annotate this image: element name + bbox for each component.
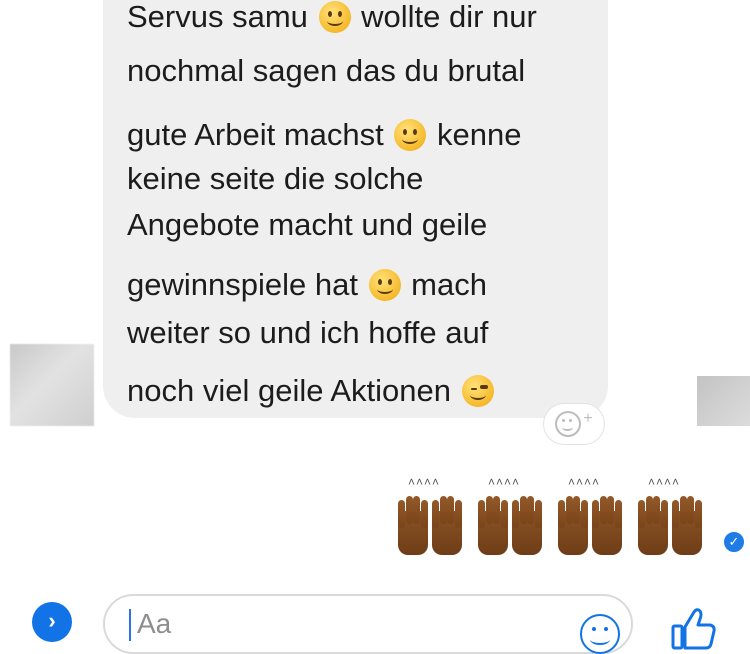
message-line: keine seite die solche [127, 154, 597, 204]
reaction-plus: + [583, 410, 593, 427]
raising-hands-emoji: ˄˄˄˄ [472, 470, 547, 555]
hand-finger [519, 496, 527, 524]
message-text-segment: noch viel geile Aktionen [127, 373, 460, 408]
hand-finger [592, 500, 599, 528]
sparkle-icon: ˄˄˄˄ [408, 475, 441, 489]
message-text-segment: wollte dir nur [352, 0, 537, 34]
smiley-icon[interactable] [580, 614, 620, 654]
hand-finger [565, 496, 573, 524]
add-reaction-button[interactable]: + [544, 404, 604, 444]
message-text-segment: weiter so und ich hoffe auf [127, 315, 489, 350]
thumbs-up-icon[interactable] [670, 606, 718, 652]
smiling-face-emoji [318, 1, 351, 33]
message-text-segment: gute Arbeit machst [127, 117, 393, 152]
seen-check-icon: ✓ [722, 530, 746, 554]
composer-bar: › Aa [0, 590, 750, 654]
message-text-segment: mach [402, 267, 487, 302]
sparkle-icon: ˄˄˄˄ [488, 475, 521, 489]
hand-finger [694, 500, 702, 528]
sent-emoji-message[interactable]: ˄˄˄˄ ˄˄˄˄ ˄˄˄˄ ˄˄˄˄ [392, 470, 722, 555]
hand-finger [653, 496, 660, 524]
hand-finger [485, 496, 493, 524]
message-line: gute Arbeit machst kenne [127, 110, 597, 160]
hand-finger [599, 496, 607, 524]
hand-finger [413, 496, 420, 524]
winking-face-emoji [461, 375, 494, 407]
hand-finger [687, 496, 694, 524]
hand-finger [420, 500, 428, 528]
hand-finger [493, 496, 500, 524]
message-text-segment: nochmal sagen das du brutal [127, 53, 526, 88]
hand-finger [527, 496, 534, 524]
hand-finger [405, 496, 413, 524]
raising-hands-emoji: ˄˄˄˄ [632, 470, 707, 555]
hand-finger [558, 500, 565, 528]
sparkle-icon: ˄˄˄˄ [648, 475, 681, 489]
message-line: Angebote macht und geile [127, 200, 597, 250]
hand-finger [512, 500, 519, 528]
message-text: Servus samu wollte dir nur nochmal sagen … [127, 0, 597, 408]
contact-avatar[interactable] [10, 344, 94, 426]
message-text-segment: gewinnspiele hat [127, 267, 367, 302]
message-line: Servus samu wollte dir nur [127, 0, 597, 42]
hand-finger [573, 496, 580, 524]
hand-finger [534, 500, 542, 528]
chevron-right-icon: › [48, 608, 56, 633]
hand-finger [478, 500, 485, 528]
chat-thread: Servus samu wollte dir nur nochmal sagen … [0, 0, 750, 653]
raising-hands-emoji: ˄˄˄˄ [392, 470, 467, 555]
hand-finger [645, 496, 653, 524]
hand-finger [660, 500, 668, 528]
hand-finger [398, 500, 405, 528]
expand-actions-button[interactable]: › [32, 602, 72, 642]
hand-finger [679, 496, 687, 524]
hand-finger [607, 496, 614, 524]
message-input-placeholder: Aa [137, 608, 172, 639]
text-caret [129, 609, 131, 641]
smiling-face-emoji [368, 269, 401, 301]
hand-finger [432, 500, 439, 528]
hand-finger [672, 500, 679, 528]
message-line: gewinnspiele hat mach [127, 260, 597, 310]
message-text-segment: Servus samu [127, 0, 317, 34]
hand-finger [638, 500, 645, 528]
hand-finger [439, 496, 447, 524]
message-text-segment: Angebote macht und geile [127, 207, 488, 242]
smiling-face-emoji [394, 119, 427, 151]
message-line: weiter so und ich hoffe auf [127, 308, 597, 358]
sparkle-icon: ˄˄˄˄ [568, 475, 601, 489]
hand-finger [454, 500, 462, 528]
message-input[interactable]: Aa [103, 594, 633, 654]
message-line: noch viel geile Aktionen [127, 366, 597, 416]
hand-finger [614, 500, 622, 528]
hand-finger [580, 500, 588, 528]
hand-finger [447, 496, 454, 524]
own-avatar [697, 376, 750, 426]
hand-finger [500, 500, 508, 528]
add-reaction-icon [555, 411, 582, 437]
message-text-segment: kenne [428, 117, 522, 152]
message-line: nochmal sagen das du brutal [127, 46, 597, 96]
raising-hands-emoji: ˄˄˄˄ [552, 470, 627, 555]
message-text-segment: keine seite die solche [127, 161, 424, 196]
